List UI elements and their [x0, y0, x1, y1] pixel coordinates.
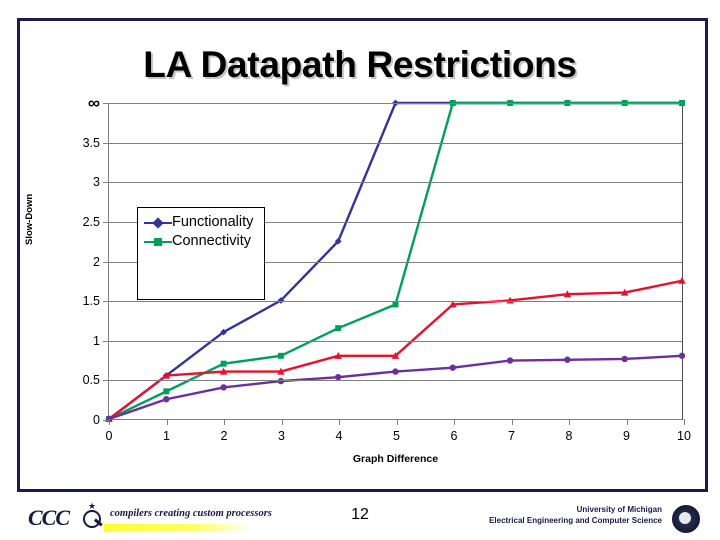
chart: Slow-Down Graph Difference 0 0.5 1 1.5 2 2.5 3…	[22, 95, 692, 490]
legend-item-functionality: Functionality	[144, 214, 264, 231]
university-attribution: University of Michigan Electrical Engine…	[400, 504, 662, 526]
y-axis-label: 0	[93, 413, 100, 427]
x-axis-tick	[626, 419, 628, 425]
data-point	[392, 301, 399, 308]
y-axis-tick	[103, 221, 109, 223]
x-axis-label: 10	[677, 429, 691, 443]
x-axis-tick	[109, 419, 110, 425]
data-point	[335, 325, 342, 332]
university-seal-icon	[672, 505, 700, 533]
x-axis-tick	[224, 419, 225, 425]
series-line	[108, 354, 683, 421]
x-axis-label: 4	[335, 429, 343, 443]
gridline	[109, 380, 682, 382]
x-axis-tick	[454, 419, 455, 425]
y-axis-title: Slow-Down	[24, 193, 35, 245]
data-point	[564, 356, 571, 363]
y-axis-tick	[103, 142, 109, 144]
y-axis-label: 3	[93, 175, 100, 190]
x-axis-label: 2	[220, 429, 228, 443]
x-axis-tick	[166, 419, 168, 425]
page-title: LA Datapath Restrictions	[143, 44, 577, 85]
department-name: Electrical Engineering and Computer Scie…	[489, 516, 662, 525]
y-axis-tick	[103, 340, 109, 342]
x-axis-tick	[569, 419, 570, 425]
x-axis-label: 0	[105, 429, 113, 443]
x-axis-tick	[511, 419, 513, 425]
data-point	[163, 388, 170, 395]
x-axis-label: 8	[565, 429, 573, 443]
y-axis-label: 1	[93, 333, 100, 348]
data-point	[335, 373, 342, 381]
legend-label: Connectivity	[172, 233, 251, 249]
data-point	[392, 368, 399, 375]
slide: LA Datapath Restrictions Slow-Down Graph…	[0, 0, 720, 540]
data-point	[621, 355, 628, 363]
tagline-highlight-bar	[104, 524, 252, 531]
data-point	[449, 364, 456, 371]
gridline	[109, 182, 682, 184]
y-axis-label: 3.5	[82, 135, 100, 150]
legend-diamond-icon	[144, 215, 172, 230]
x-axis-label: 9	[623, 429, 630, 443]
y-axis-tick	[103, 380, 109, 382]
y-axis-tick	[103, 301, 109, 303]
data-point	[277, 352, 284, 359]
data-point	[163, 396, 170, 403]
gridline	[109, 103, 682, 104]
data-point	[678, 352, 686, 359]
y-axis-label: ∞	[87, 93, 100, 113]
y-axis-label: 2.5	[82, 214, 100, 229]
legend-square-icon	[144, 234, 172, 249]
x-axis-tick	[684, 419, 685, 425]
gridline	[109, 142, 682, 144]
y-axis-tick	[103, 182, 109, 184]
y-axis-label: 1.5	[82, 294, 100, 309]
y-axis-label: 2	[93, 254, 100, 269]
y-axis-label: 0.5	[82, 373, 100, 388]
x-axis-label: 5	[393, 429, 400, 443]
x-axis-tick	[396, 419, 398, 425]
x-axis-title: Graph Difference	[352, 453, 439, 465]
y-axis-tick	[103, 261, 109, 263]
legend-item-connectivity: Connectivity	[144, 233, 264, 250]
chart-legend: Functionality Connectivity	[137, 207, 265, 300]
slide-frame-right	[705, 18, 708, 492]
x-axis-tick	[339, 419, 340, 425]
data-point	[506, 357, 514, 364]
data-point	[220, 360, 227, 367]
legend-label: Functionality	[172, 214, 254, 230]
x-axis-label: 6	[450, 429, 458, 443]
university-name: University of Michigan	[576, 505, 662, 514]
seal-center	[679, 512, 691, 524]
x-axis-tick	[281, 419, 283, 425]
x-axis-label: 3	[278, 429, 285, 443]
gridline	[109, 301, 682, 303]
data-point	[220, 384, 227, 391]
gridline	[109, 340, 682, 342]
x-axis-label: 1	[163, 429, 170, 443]
y-axis-tick	[103, 103, 109, 104]
x-axis-label: 7	[508, 429, 515, 443]
slide-footer: CCC ★ compilers creating custom processo…	[0, 497, 720, 540]
